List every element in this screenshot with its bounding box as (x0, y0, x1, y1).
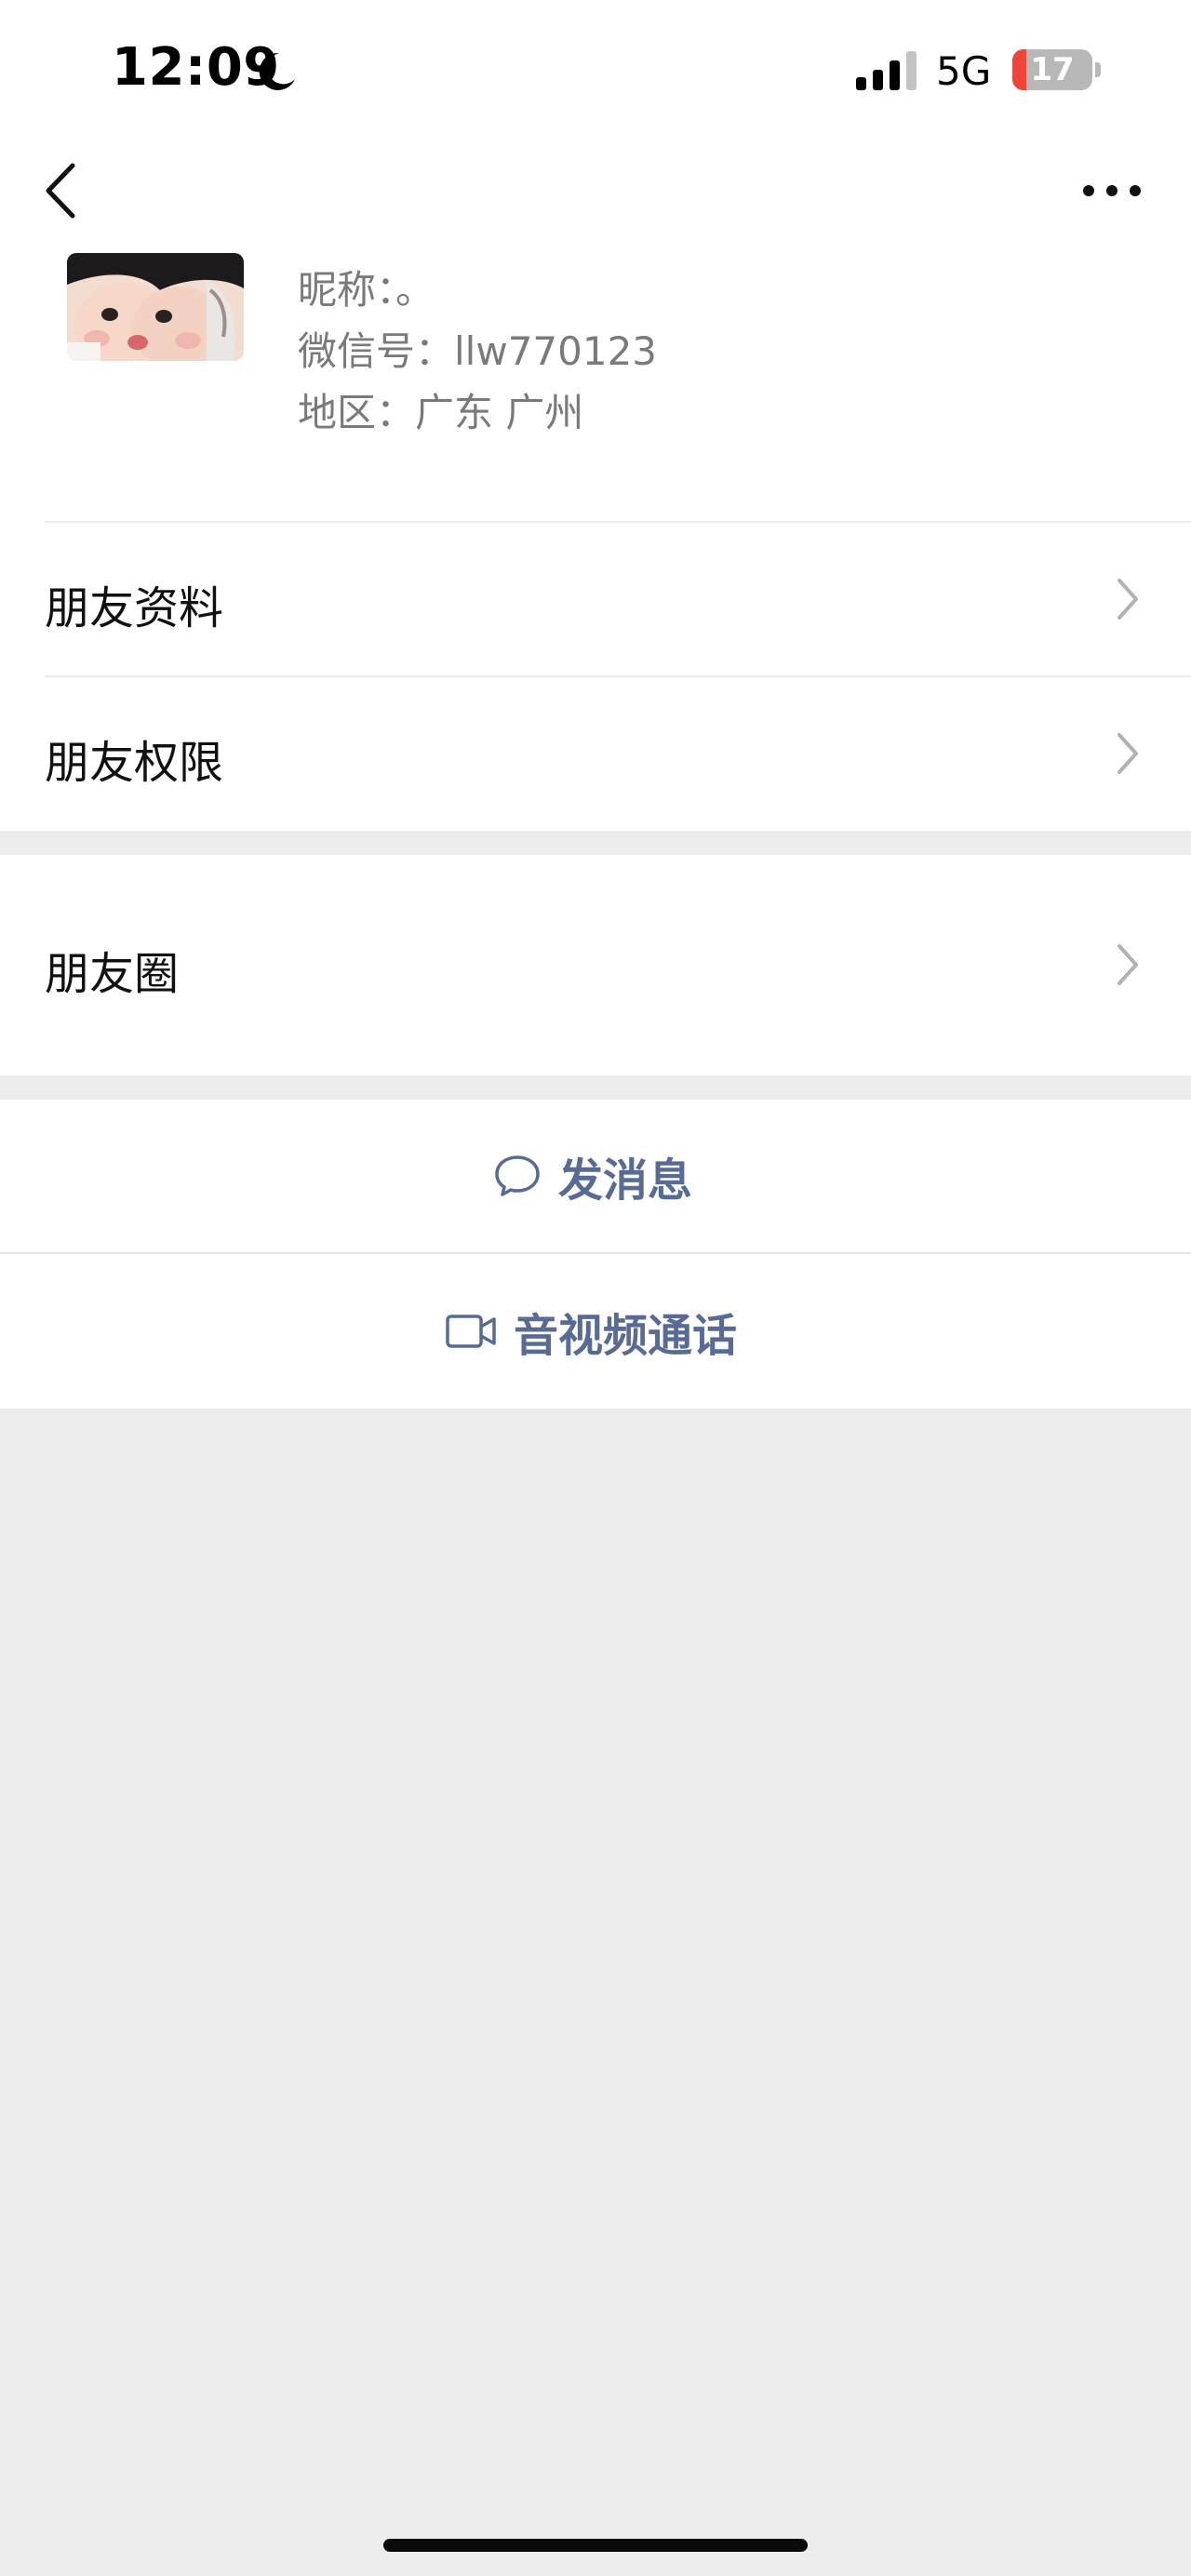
chevron-right-icon (1117, 944, 1138, 985)
chevron-right-icon (1117, 579, 1138, 620)
friend-info-label: 朋友资料 (45, 582, 224, 634)
video-call-button[interactable]: 音视频通话 (0, 1254, 1191, 1408)
moments-label: 朋友圈 (45, 948, 180, 1000)
network-type-label: 5G (936, 48, 992, 94)
friend-permissions-row[interactable]: 朋友权限 (0, 677, 1191, 831)
moments-row[interactable]: 朋友圈 (0, 855, 1191, 1075)
moon-icon (259, 52, 295, 90)
region-text: 地区：广东 广州 (298, 390, 584, 435)
friend-permissions-label: 朋友权限 (45, 737, 224, 789)
send-message-button[interactable]: 发消息 (0, 1100, 1191, 1252)
more-icon[interactable] (1079, 177, 1144, 205)
section-gap (0, 831, 1191, 855)
home-indicator[interactable] (383, 2539, 808, 2552)
chevron-right-icon (1117, 733, 1138, 774)
wechat-id-text: 微信号：llw770123 (298, 328, 658, 374)
back-icon[interactable] (37, 160, 84, 221)
signal-icon (856, 51, 917, 90)
chat-bubble-icon (495, 1155, 540, 1196)
battery-level-text: 17 (1030, 51, 1075, 88)
video-camera-icon (446, 1315, 496, 1348)
nickname-text: 昵称：。 (298, 267, 435, 313)
section-gap (0, 1075, 1191, 1100)
battery-icon: 17 (1012, 49, 1102, 90)
video-call-label: 音视频通话 (514, 1310, 738, 1362)
battery-nub (1095, 62, 1101, 77)
avatar[interactable] (67, 253, 244, 361)
friend-info-row[interactable]: 朋友资料 (0, 523, 1191, 675)
send-message-label: 发消息 (558, 1155, 693, 1207)
avatar-photo (67, 253, 244, 361)
